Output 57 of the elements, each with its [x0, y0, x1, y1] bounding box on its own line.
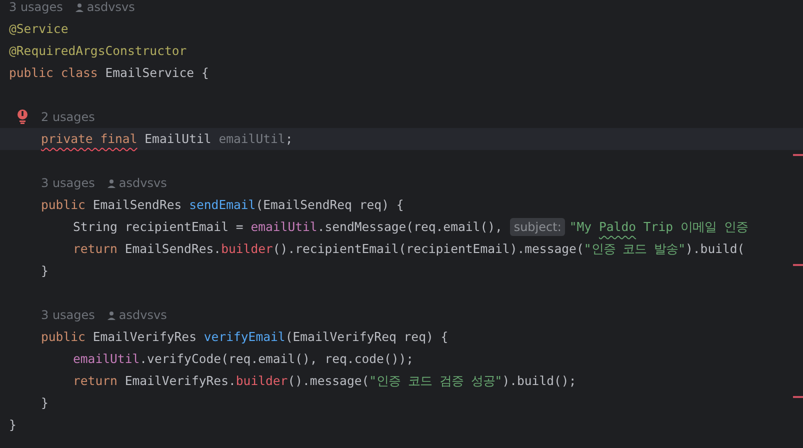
code-text: String recipientEmail =: [73, 218, 244, 236]
usages-hint[interactable]: 3 usages: [9, 0, 63, 16]
code-text: EmailVerifyRes: [92, 328, 198, 346]
code-text: ;: [285, 130, 293, 148]
error-stripe-mark[interactable]: [793, 396, 803, 398]
annotation: @RequiredArgsConstructor: [9, 42, 187, 60]
string-literal: "My: [569, 218, 593, 236]
annotation: @Service: [9, 20, 68, 38]
usages-hint[interactable]: 2 usages: [41, 108, 95, 126]
person-icon: [74, 2, 84, 12]
code-text: ).build();: [502, 372, 576, 390]
code-text: }: [9, 416, 16, 434]
string-literal: Paldo: [599, 218, 636, 236]
code-text: EmailVerifyRes.: [124, 372, 236, 390]
code-text: ().message(: [288, 372, 370, 390]
author-hint[interactable]: asdvsvs: [106, 306, 167, 324]
author-hint[interactable]: asdvsvs: [106, 174, 167, 192]
person-icon: [106, 310, 116, 320]
keyword: return: [73, 372, 118, 390]
author-name: asdvsvs: [118, 175, 167, 192]
code-text: EmailService {: [104, 64, 209, 82]
error-stripe-mark[interactable]: [793, 264, 803, 266]
keyword: private final: [41, 130, 138, 148]
keyword: public: [41, 196, 86, 214]
keyword: return: [73, 240, 118, 258]
code-text: EmailUtil: [144, 130, 212, 148]
string-literal: "인증 코드 검증 성공": [369, 372, 502, 390]
error-stripe-mark[interactable]: [793, 154, 803, 156]
usages-hint[interactable]: 3 usages: [41, 174, 95, 192]
code-text: EmailSendRes: [92, 196, 183, 214]
code-text: ().recipientEmail(recipientEmail).message(: [272, 240, 584, 258]
field-name: emailUtil: [218, 130, 286, 148]
method-call: builder: [236, 372, 288, 390]
code-text: .verifyCode(req.email(), req.code());: [140, 350, 414, 368]
code-text: ).build(: [685, 240, 745, 258]
method-name: verifyEmail: [204, 328, 286, 346]
code-text: .sendMessage(req.email(),: [317, 218, 504, 236]
code-text: }: [41, 262, 48, 280]
author-name: asdvsvs: [86, 0, 135, 16]
field-name: emailUtil: [250, 218, 318, 236]
keyword: public: [41, 328, 86, 346]
code-text: }: [41, 394, 48, 412]
method-call: builder: [221, 240, 273, 258]
person-icon: [106, 178, 116, 188]
usages-hint[interactable]: 3 usages: [41, 306, 95, 324]
author-name: asdvsvs: [118, 307, 167, 324]
code-text: (EmailSendReq req) {: [256, 196, 404, 214]
code-text: EmailSendRes.: [124, 240, 222, 258]
keyword: public class: [9, 64, 98, 82]
error-icon[interactable]: [17, 109, 28, 124]
author-hint[interactable]: asdvsvs: [74, 0, 135, 16]
string-literal: "인증 코드 발송": [584, 240, 686, 258]
string-literal: Trip 이메일 인증: [642, 218, 748, 236]
field-name: emailUtil: [73, 350, 140, 368]
method-name: sendEmail: [189, 196, 256, 214]
code-text: (EmailVerifyReq req) {: [285, 328, 448, 346]
parameter-hint: subject:: [510, 218, 566, 236]
